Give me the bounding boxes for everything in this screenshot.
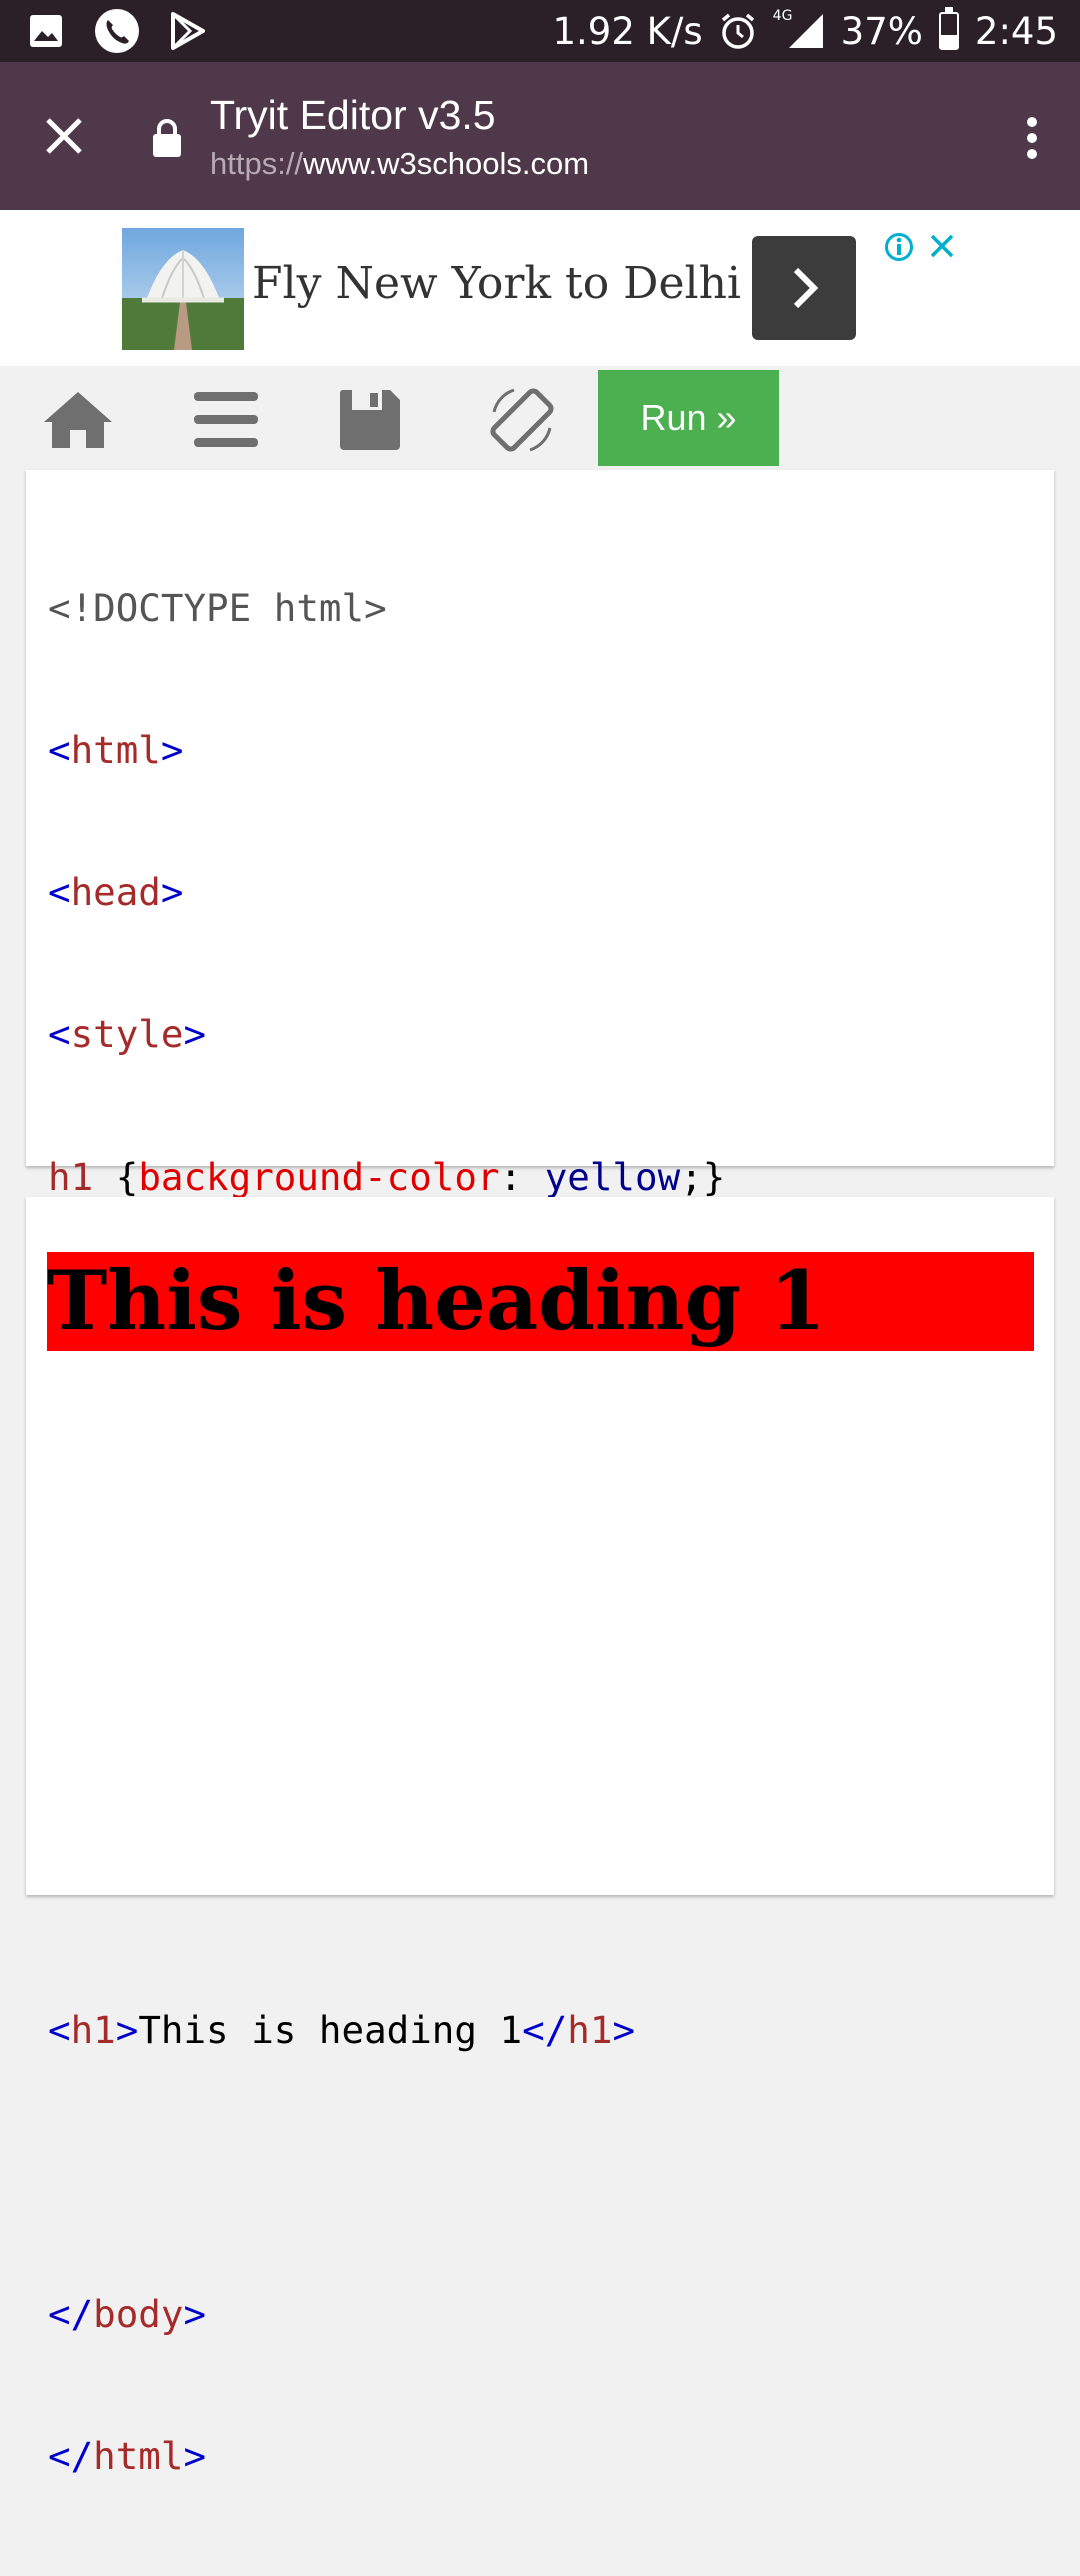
more-options-icon[interactable] bbox=[1020, 114, 1044, 162]
code-line: h1 {background-color: yellow;} bbox=[48, 1154, 726, 1199]
url-display[interactable]: https://www.w3schools.com bbox=[210, 146, 589, 182]
result-frame[interactable]: This is heading 1 bbox=[26, 1197, 1054, 1895]
code-token: yellow bbox=[544, 1154, 681, 1199]
url-host: www.w3schools.com bbox=[303, 146, 590, 181]
menu-icon[interactable] bbox=[188, 388, 264, 452]
run-button[interactable]: Run » bbox=[598, 370, 779, 466]
battery-icon bbox=[938, 7, 959, 50]
lock-icon bbox=[153, 119, 181, 157]
alarm-icon bbox=[721, 13, 754, 49]
result-heading: This is heading 1 bbox=[47, 1252, 1034, 1351]
code-token: body bbox=[93, 2292, 184, 2337]
ad-close-icon[interactable] bbox=[928, 232, 956, 260]
save-icon[interactable] bbox=[332, 388, 408, 452]
ad-info-icon[interactable] bbox=[884, 232, 914, 262]
code-line: <style> bbox=[48, 1012, 207, 1057]
play-store-icon bbox=[171, 12, 205, 50]
ad-go-button[interactable] bbox=[752, 236, 856, 340]
rotate-screen-icon[interactable] bbox=[484, 382, 560, 458]
page-title: Tryit Editor v3.5 bbox=[210, 92, 496, 138]
code-line: </body> bbox=[48, 2292, 207, 2337]
ad-banner[interactable]: Fly New York to Delhi bbox=[0, 210, 1080, 366]
image-icon bbox=[30, 15, 62, 47]
code-token: head bbox=[70, 870, 161, 915]
clock: 2:45 bbox=[974, 9, 1058, 53]
custom-tab-toolbar: Tryit Editor v3.5 https://www.w3schools.… bbox=[0, 62, 1080, 210]
signal-group: 4G bbox=[773, 8, 825, 50]
code-line: </html> bbox=[48, 2434, 207, 2479]
battery-percent: 37% bbox=[840, 9, 923, 53]
status-bar: 1.92 K/s 4G 37% 2:45 bbox=[0, 0, 1080, 62]
code-editor[interactable]: <!DOCTYPE html> <html> <head> <style> h1… bbox=[26, 470, 1054, 2478]
code-token: h1 bbox=[70, 2007, 116, 2052]
code-token: This is heading 1 bbox=[138, 2007, 523, 2052]
code-token: background-color bbox=[138, 1154, 500, 1199]
chevron-right-icon bbox=[793, 267, 819, 309]
code-line: <!DOCTYPE html> bbox=[48, 585, 387, 630]
ad-text[interactable]: Fly New York to Delhi bbox=[252, 258, 741, 309]
code-line: <html> bbox=[48, 728, 184, 773]
code-token: html bbox=[93, 2434, 184, 2479]
close-icon[interactable] bbox=[40, 112, 88, 160]
home-icon[interactable] bbox=[40, 388, 116, 452]
net-speed: 1.92 K/s bbox=[552, 9, 703, 53]
code-line: <h1>This is heading 1</h1> bbox=[48, 2007, 636, 2052]
code-line: <head> bbox=[48, 870, 184, 915]
code-token: h1 bbox=[567, 2007, 613, 2052]
url-scheme: https:// bbox=[210, 146, 304, 181]
code-token: h1 bbox=[48, 1154, 94, 1199]
code-token: style bbox=[70, 1012, 184, 1057]
editor-toolbar: Run » bbox=[0, 366, 1080, 470]
phone-icon bbox=[95, 9, 139, 53]
lotus-temple-image bbox=[122, 228, 244, 350]
code-token: html bbox=[70, 728, 161, 773]
network-type: 4G bbox=[772, 8, 793, 24]
